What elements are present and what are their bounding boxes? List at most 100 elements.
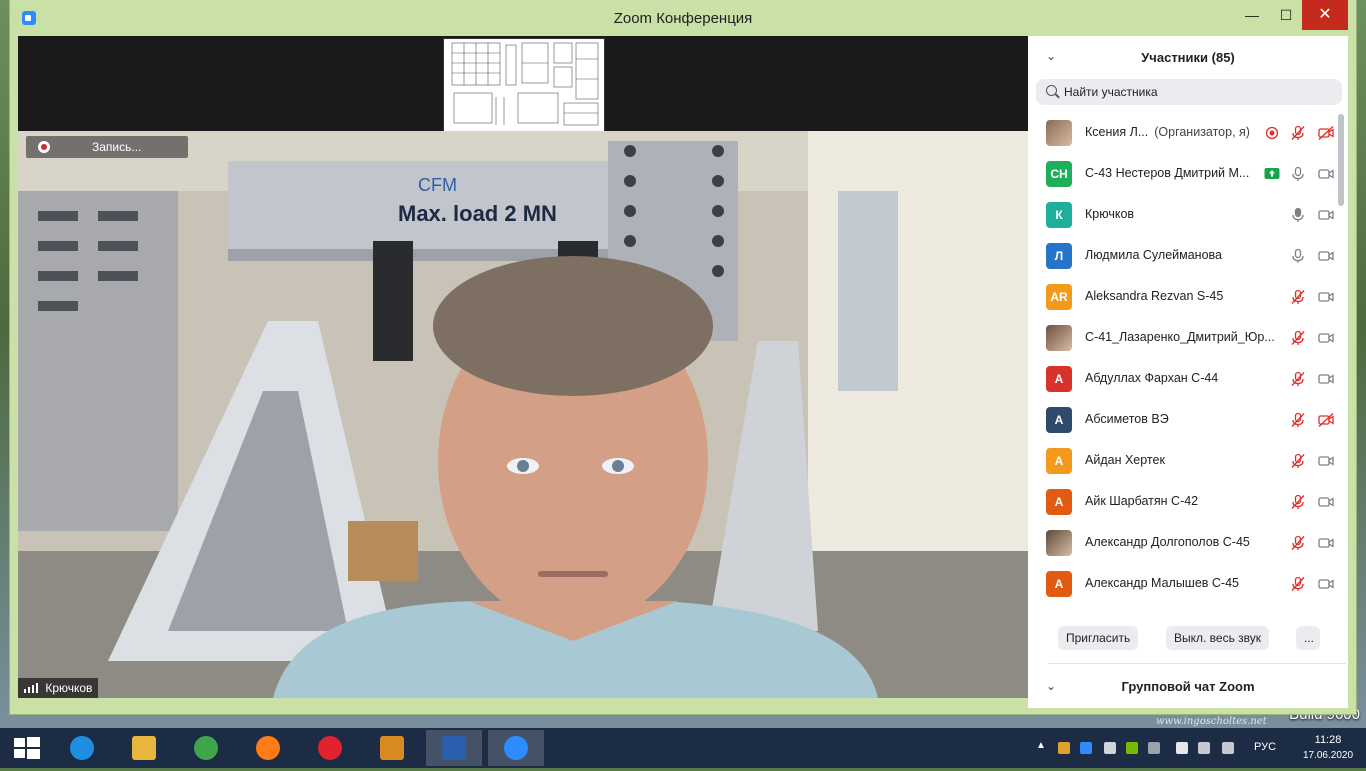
mic-muted-icon[interactable] <box>1290 494 1306 510</box>
invite-button[interactable]: Пригласить <box>1058 626 1139 650</box>
shared-screen-thumbnail[interactable] <box>443 38 605 132</box>
participant-search[interactable] <box>1036 79 1342 105</box>
participant-avatar: А <box>1046 571 1072 597</box>
recording-label: Запись... <box>92 140 142 154</box>
video-logo-text: CFM <box>418 175 457 195</box>
mic-muted-icon[interactable] <box>1290 453 1306 469</box>
camera-icon[interactable] <box>1318 289 1334 305</box>
participant-row[interactable]: Александр Долгополов С-45 <box>1028 522 1340 563</box>
microphone-icon[interactable] <box>1290 248 1306 264</box>
taskbar-chrome-button[interactable] <box>178 730 234 766</box>
scrollbar-thumb[interactable] <box>1338 114 1344 206</box>
more-options-button[interactable]: ... <box>1296 626 1320 650</box>
tray-keyboard-icon[interactable] <box>1104 742 1116 754</box>
camera-icon[interactable] <box>1318 166 1334 182</box>
microphone-icon[interactable] <box>1290 207 1306 223</box>
minimize-button[interactable]: — <box>1236 0 1268 30</box>
participant-name-text: Абсиметов ВЭ <box>1085 412 1169 426</box>
participant-row[interactable]: А Айдан Хертек <box>1028 440 1340 481</box>
wallpaper-watermark: www.ingoscholtes.net <box>1156 716 1267 727</box>
drawing-sheet-image <box>444 39 604 131</box>
tray-expand-icon[interactable]: ▲ <box>1036 740 1048 752</box>
participant-name: Крючков <box>1085 207 1285 221</box>
mute-all-button[interactable]: Выкл. весь звук <box>1166 626 1270 650</box>
input-language[interactable]: РУС <box>1254 741 1276 753</box>
participant-avatar <box>1046 325 1072 351</box>
recording-indicator[interactable]: Запись... <box>26 136 188 158</box>
windows-logo-icon <box>14 737 40 759</box>
taskbar-zoom-button[interactable] <box>488 730 544 766</box>
taskbar-notes-app-button[interactable] <box>364 730 420 766</box>
panel-divider <box>1048 663 1346 664</box>
camera-icon[interactable] <box>1318 248 1334 264</box>
window-title: Zoom Конференция <box>613 10 753 27</box>
participant-name: Айк Шарбатян С-42 <box>1085 494 1285 508</box>
opera-icon <box>318 736 342 760</box>
participant-row[interactable]: Л Людмила Сулейманова <box>1028 235 1340 276</box>
taskbar-file-explorer-button[interactable] <box>116 730 172 766</box>
camera-icon[interactable] <box>1318 207 1334 223</box>
microphone-icon[interactable] <box>1290 166 1306 182</box>
participant-name-text: Крючков <box>1085 207 1135 221</box>
participant-name-text: Ксения Л... <box>1085 125 1149 139</box>
tray-zoom-icon[interactable] <box>1080 742 1092 754</box>
participant-row[interactable]: А Айк Шарбатян С-42 <box>1028 481 1340 522</box>
camera-icon[interactable] <box>1318 453 1334 469</box>
taskbar-internet-explorer-button[interactable] <box>54 730 110 766</box>
taskbar-word-button[interactable] <box>426 730 482 766</box>
participant-row[interactable]: А Александр Малышев С-45 <box>1028 563 1340 602</box>
search-input[interactable] <box>1064 79 1334 105</box>
participant-list: Ксения Л... (Организатор, я) СН С-43 Нестер… <box>1028 112 1340 602</box>
camera-off-icon[interactable] <box>1318 412 1334 428</box>
camera-icon[interactable] <box>1318 535 1334 551</box>
group-chat-title[interactable]: Групповой чат Zoom <box>1028 679 1348 694</box>
participant-row[interactable]: К Крючков <box>1028 194 1340 235</box>
clock-date[interactable]: 17.06.2020 <box>1296 750 1360 761</box>
tray-volume-icon[interactable] <box>1222 742 1234 754</box>
tray-network-icon[interactable] <box>1198 742 1210 754</box>
participant-list-scrollbar[interactable] <box>1338 112 1344 602</box>
camera-icon[interactable] <box>1318 371 1334 387</box>
participant-row[interactable]: А Абсиметов ВЭ <box>1028 399 1340 440</box>
tray-nvidia-icon[interactable] <box>1126 742 1138 754</box>
word-icon <box>442 736 466 760</box>
participant-name: С-43 Нестеров Дмитрий М... <box>1085 166 1285 180</box>
participant-avatar: СН <box>1046 161 1072 187</box>
camera-icon[interactable] <box>1318 330 1334 346</box>
camera-off-icon[interactable] <box>1318 125 1334 141</box>
start-button[interactable] <box>0 730 56 766</box>
camera-icon[interactable] <box>1318 576 1334 592</box>
record-dot-icon <box>38 141 50 153</box>
mic-muted-icon[interactable] <box>1290 576 1306 592</box>
taskbar-firefox-button[interactable] <box>240 730 296 766</box>
participant-row[interactable]: С-41_Лазаренко_Дмитрий_Юр... <box>1028 317 1340 358</box>
mic-muted-icon[interactable] <box>1290 289 1306 305</box>
close-button[interactable]: ✕ <box>1302 0 1348 30</box>
participant-avatar: AR <box>1046 284 1072 310</box>
participant-row[interactable]: СН С-43 Нестеров Дмитрий М... <box>1028 153 1340 194</box>
participant-row[interactable]: AR Aleksandra Rezvan S-45 <box>1028 276 1340 317</box>
tray-usb-icon[interactable] <box>1148 742 1160 754</box>
mic-muted-icon[interactable] <box>1290 125 1306 141</box>
tray-flag-icon[interactable] <box>1176 742 1188 754</box>
participant-name-text: Людмила Сулейманова <box>1085 248 1222 262</box>
tray-app-icon[interactable] <box>1058 742 1070 754</box>
taskbar-opera-button[interactable] <box>302 730 358 766</box>
camera-icon[interactable] <box>1318 494 1334 510</box>
mic-muted-icon[interactable] <box>1290 330 1306 346</box>
mic-muted-icon[interactable] <box>1290 371 1306 387</box>
mic-muted-icon[interactable] <box>1290 412 1306 428</box>
participant-row[interactable]: А Абдуллах Фархан С-44 <box>1028 358 1340 399</box>
speaker-name: Крючков <box>45 681 93 695</box>
title-bar[interactable]: Zoom Конференция — ☐ ✕ <box>10 0 1356 36</box>
participant-name-text: Айдан Хертек <box>1085 453 1165 467</box>
mic-muted-icon[interactable] <box>1290 535 1306 551</box>
signal-strength-icon <box>24 683 38 693</box>
participant-avatar: А <box>1046 366 1072 392</box>
participant-row[interactable]: Ксения Л... (Организатор, я) <box>1028 112 1340 153</box>
participant-avatar: А <box>1046 448 1072 474</box>
maximize-button[interactable]: ☐ <box>1270 0 1302 30</box>
participant-name: Ксения Л... (Организатор, я) <box>1085 125 1285 139</box>
active-speaker-video[interactable]: Max. load 2 MN CFM Запись... Крючков <box>18 131 1028 698</box>
clock-time[interactable]: 11:28 <box>1306 734 1350 746</box>
